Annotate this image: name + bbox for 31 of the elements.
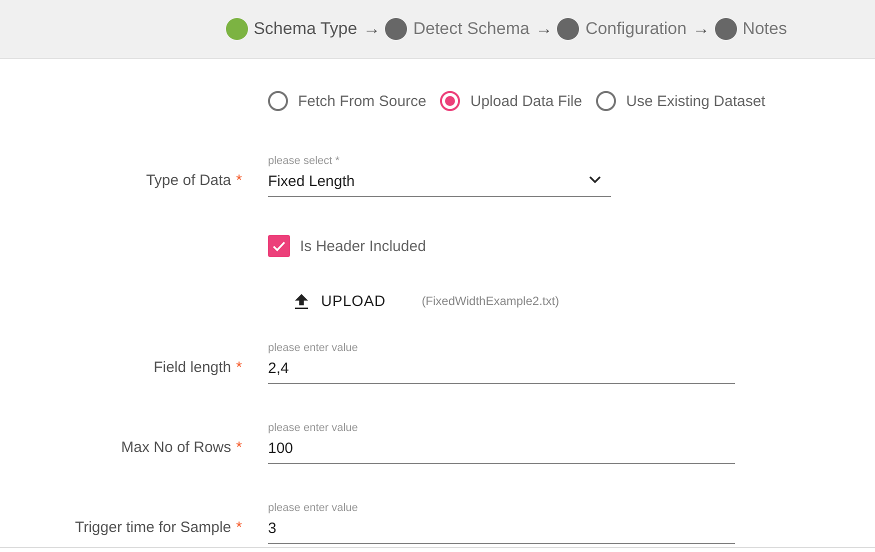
chevron-down-icon: [589, 176, 601, 184]
radio-label[interactable]: Fetch From Source: [298, 92, 426, 110]
upload-button[interactable]: UPLOAD: [284, 286, 396, 316]
step-label[interactable]: Notes: [742, 19, 787, 39]
arrow-separator: →: [535, 19, 552, 39]
input-field[interactable]: please enter value 2,4: [268, 330, 735, 384]
required-mark: *: [236, 172, 242, 189]
radio-button[interactable]: [268, 91, 288, 111]
select-field[interactable]: please select * Fixed Length: [268, 141, 611, 197]
arrow-separator: →: [363, 19, 380, 39]
arrow-separator: →: [692, 19, 710, 39]
checkbox[interactable]: [268, 235, 290, 257]
step-label[interactable]: Detect Schema: [413, 19, 530, 39]
required-mark: *: [236, 439, 242, 456]
required-mark: *: [236, 519, 242, 536]
upload-icon: [294, 292, 309, 310]
step-label[interactable]: Schema Type: [254, 19, 358, 39]
field-label: Max No of Rows: [121, 439, 232, 456]
input-field[interactable]: please enter value 100: [268, 410, 735, 464]
checkbox-label[interactable]: Is Header Included: [300, 238, 426, 254]
radio-label[interactable]: Upload Data File: [470, 92, 582, 110]
field-label: Trigger time for Sample: [74, 519, 232, 536]
required-mark: *: [236, 359, 242, 376]
field-label: Type of Data: [146, 172, 232, 189]
radio-button[interactable]: [596, 91, 616, 111]
input-field[interactable]: please enter value 3: [268, 490, 735, 544]
radio-button[interactable]: [440, 91, 460, 111]
field-label: Field length: [154, 359, 232, 376]
step-label[interactable]: Configuration: [585, 19, 687, 39]
radio-label[interactable]: Use Existing Dataset: [626, 92, 766, 110]
file-name: (FixedWidthExample2.txt): [422, 294, 560, 308]
